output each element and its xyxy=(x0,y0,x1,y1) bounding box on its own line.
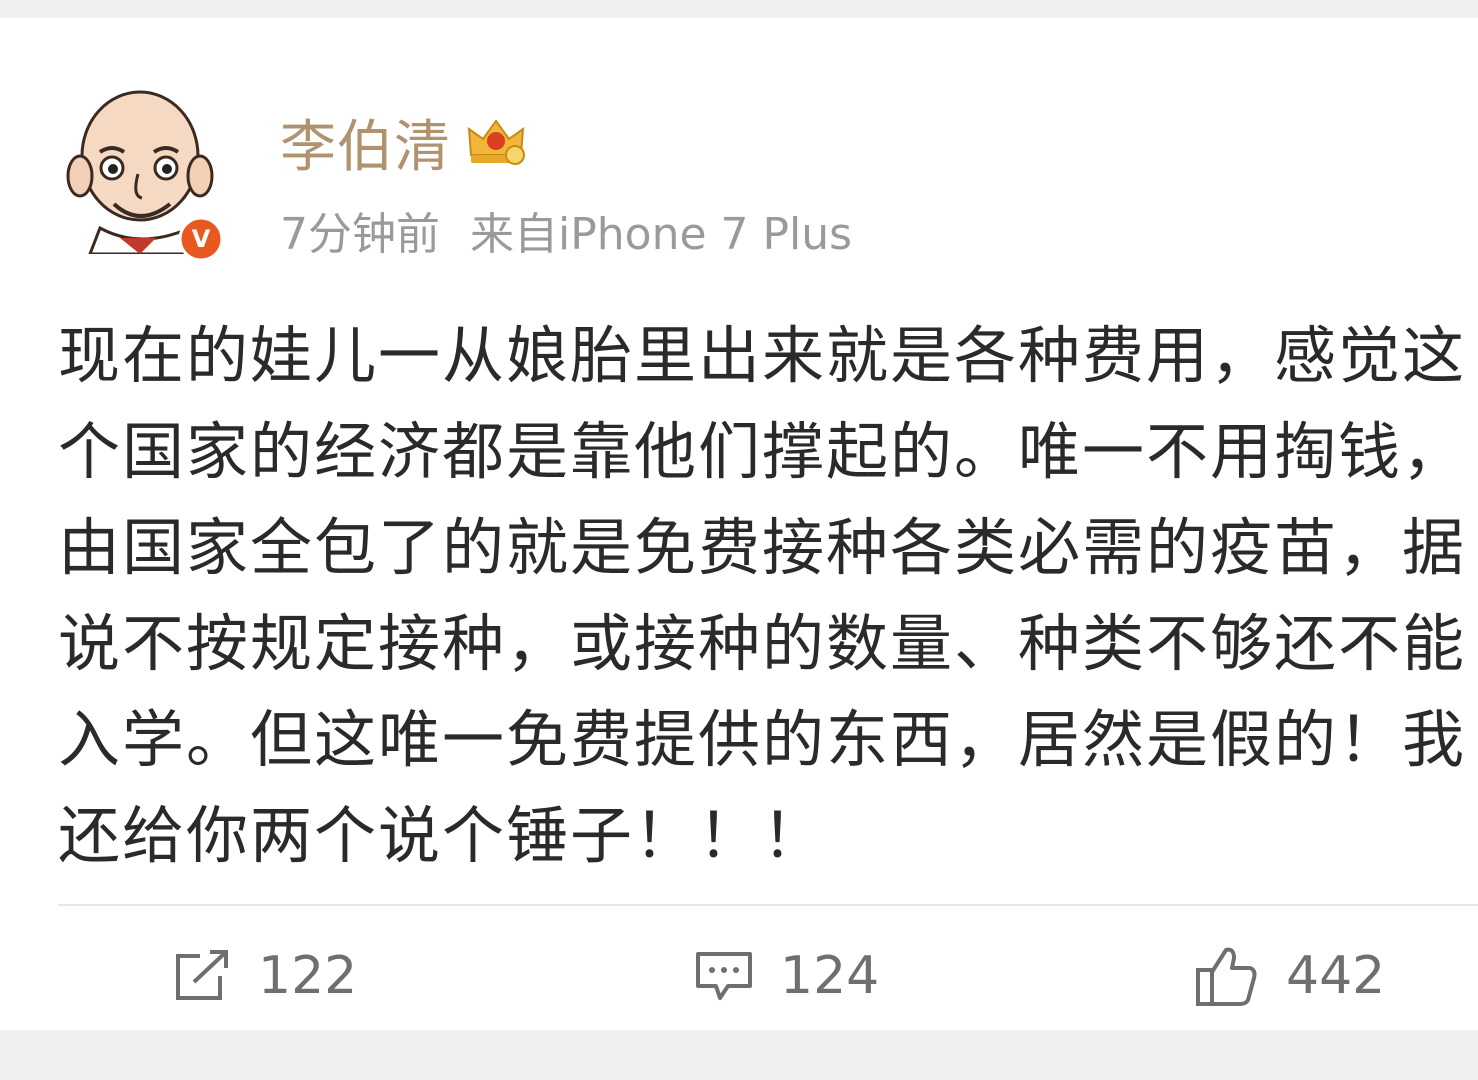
repost-icon xyxy=(176,950,228,1000)
comment-icon xyxy=(696,952,752,1000)
page: V 李伯清 7分钟前 来自iPhone 7 Plus 现在的娃儿一从娘胎里出来就是… xyxy=(0,0,1478,1080)
comment-button[interactable]: 124 xyxy=(694,940,879,1012)
post-time: 7分钟前 xyxy=(280,209,440,260)
post-source: 来自iPhone 7 Plus xyxy=(470,209,853,260)
weibo-post-card: V 李伯清 7分钟前 来自iPhone 7 Plus 现在的娃儿一从娘胎里出来就是… xyxy=(0,18,1478,1030)
verified-badge-icon: V xyxy=(178,216,224,262)
divider xyxy=(58,904,1478,906)
avatar[interactable]: V xyxy=(60,78,236,262)
crown-icon[interactable] xyxy=(465,115,527,169)
verified-badge-label: V xyxy=(192,225,211,253)
repost-count: 122 xyxy=(258,946,358,1006)
post-text: 现在的娃儿一从娘胎里出来就是各种费用，感觉这个国家的经济都是靠他们撑起的。唯一不… xyxy=(58,319,1467,872)
user-name[interactable]: 李伯清 xyxy=(280,102,451,183)
repost-button[interactable]: 122 xyxy=(172,940,357,1012)
like-button[interactable]: 442 xyxy=(1194,940,1385,1012)
thumbs-up-icon xyxy=(1196,947,1257,1006)
user-name-row: 李伯清 xyxy=(280,110,527,180)
comment-count: 124 xyxy=(780,946,880,1006)
post-meta: 7分钟前 来自iPhone 7 Plus xyxy=(280,198,852,262)
like-count: 442 xyxy=(1286,946,1386,1006)
